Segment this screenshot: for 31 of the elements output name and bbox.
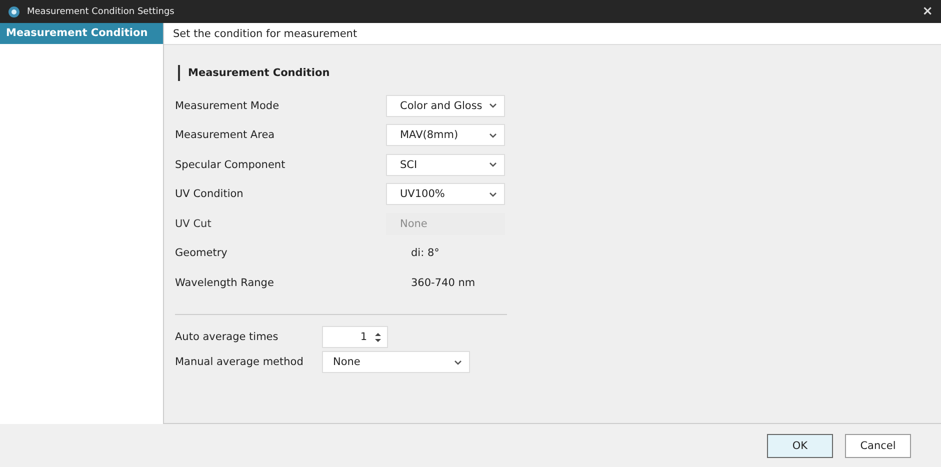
chevron-icon: [454, 360, 462, 364]
field-label: Specular Component: [175, 158, 286, 171]
sidebar-item[interactable]: Measurement Condition: [0, 23, 163, 44]
dropdown[interactable]: SCI: [386, 154, 505, 176]
chevron-icon: [489, 162, 497, 168]
ok-button[interactable]: OK: [767, 434, 833, 458]
field-label: Measurement Mode: [175, 100, 280, 112]
chevron-icon: [489, 192, 497, 197]
window-title: Measurement Condition Settings: [27, 6, 176, 16]
field-value: di: 8°: [410, 247, 440, 260]
close-button[interactable]: ×: [922, 4, 933, 19]
chevron-icon: [489, 103, 497, 108]
dropdown[interactable]: None: [322, 351, 470, 373]
field-label: Wavelength Range: [175, 276, 275, 289]
field-label: UV Condition: [175, 188, 244, 200]
chevron-icon: [489, 132, 497, 138]
section-title: Measurement Condition: [178, 65, 941, 81]
field-value: 360-740 nm: [410, 276, 476, 289]
dropdown[interactable]: UV100%: [386, 183, 505, 206]
cancel-button[interactable]: Cancel: [845, 434, 911, 458]
field-label: UV Cut: [175, 218, 212, 230]
number-field[interactable]: 1: [322, 326, 388, 348]
spinner-arrows-icon: [375, 332, 381, 342]
field-label: Geometry: [175, 247, 228, 260]
dropdown[interactable]: Color and Gloss: [386, 94, 505, 117]
header-text: Set the condition for measurement: [173, 28, 358, 40]
field-label: Manual average method: [175, 356, 304, 368]
dropdown[interactable]: MAV(8mm): [386, 124, 505, 146]
field-label: Auto average times: [175, 331, 280, 343]
field-label: Measurement Area: [175, 129, 276, 142]
app-icon: [8, 6, 20, 18]
